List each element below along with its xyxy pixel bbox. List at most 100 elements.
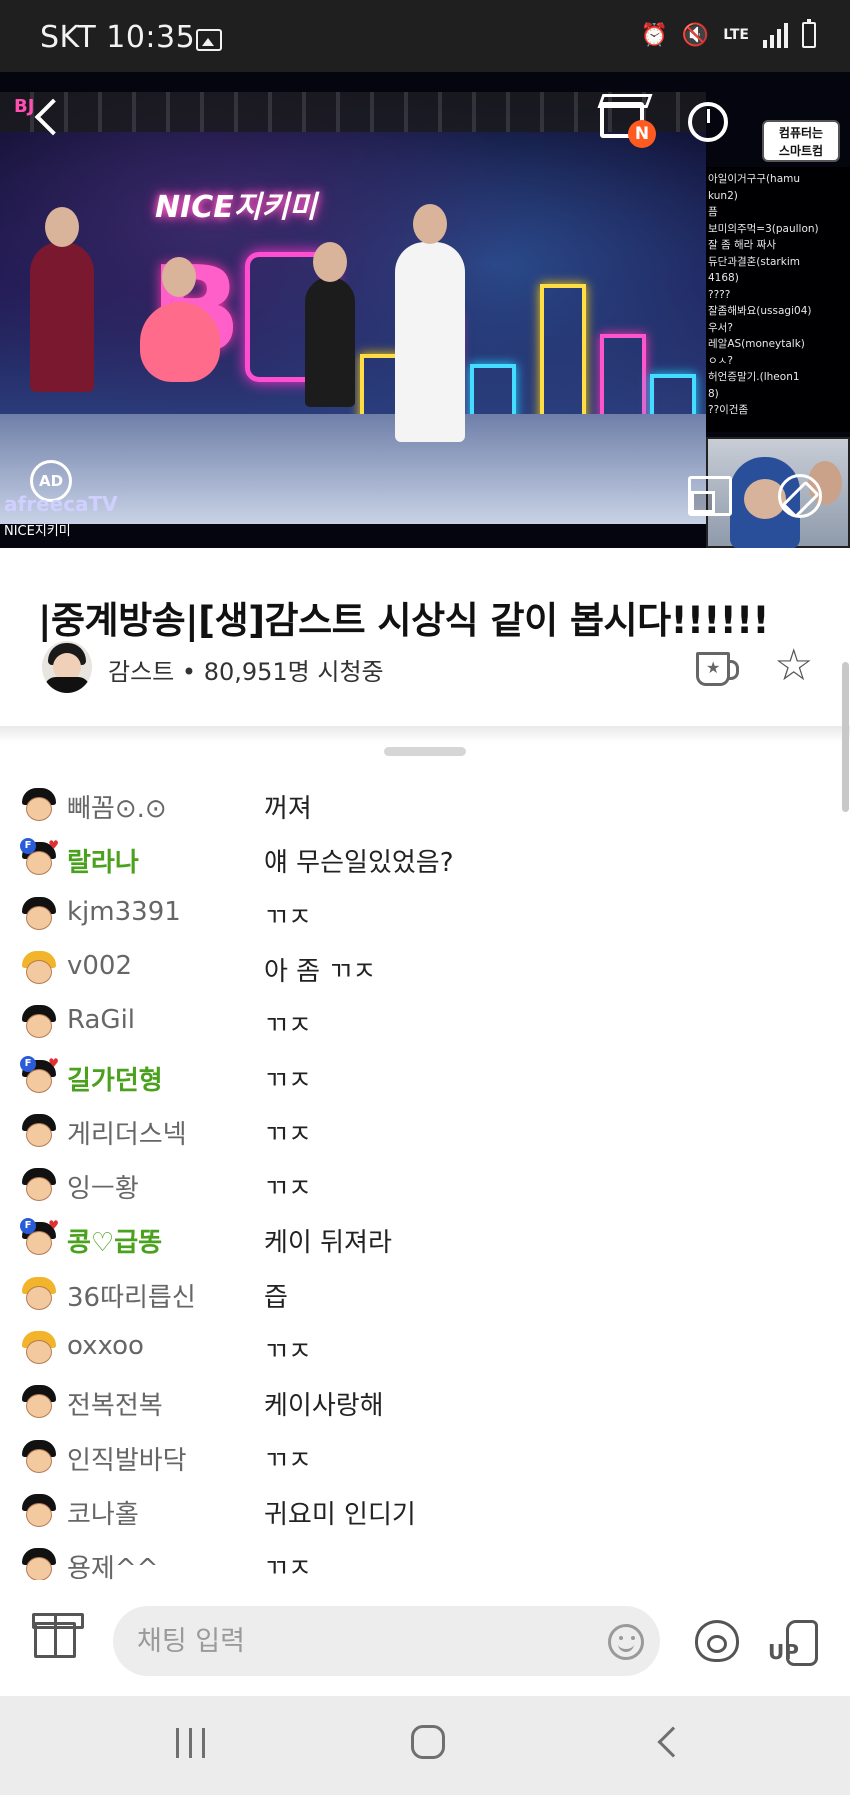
emoji-icon[interactable]	[608, 1624, 644, 1660]
fan-user-icon: F ♥	[20, 1218, 59, 1256]
user-icon	[22, 1005, 56, 1039]
fan-user-icon: F ♥	[20, 838, 59, 876]
back-nav-icon[interactable]	[657, 1726, 689, 1758]
chat-text: ㄲㅈ	[264, 1174, 312, 1205]
chat-message[interactable]: 빼꼼⊙.⊙ 꺼져	[0, 780, 850, 834]
pip-icon[interactable]	[688, 476, 732, 516]
chat-list[interactable]: 빼꼼⊙.⊙ 꺼져 F ♥ 랄라나 얘 무슨일있었음? kjm3391 ㄲㅈ v002 아 좀 ㄲㅈ…	[0, 780, 850, 1580]
chat-text: ㄲㅈ	[264, 1119, 312, 1150]
user-icon	[22, 950, 56, 985]
chat-username[interactable]: 길가던형	[67, 1060, 163, 1097]
section-divider	[0, 726, 850, 742]
side-chat-line: 우서?	[708, 321, 733, 334]
stage-scene: NICE지키미 B	[0, 92, 706, 524]
chat-text: 귀요미 인디기	[264, 1499, 416, 1530]
chat-message[interactable]: v002 아 좀 ㄲㅈ	[0, 943, 850, 997]
side-chat-line: kun2)	[708, 189, 738, 202]
side-chat-line: 8)	[708, 387, 719, 400]
side-chat-line: 픔	[708, 206, 718, 218]
chat-text: 꺼져	[264, 794, 312, 824]
meta-separator: •	[181, 658, 197, 686]
gift-icon[interactable]	[32, 1613, 84, 1658]
heart-icon: ♥	[48, 1218, 59, 1233]
chat-message[interactable]: oxxoo ㄲㅈ	[0, 1323, 850, 1377]
chat-message[interactable]: 용제^^ ㄲㅈ	[0, 1540, 850, 1580]
chat-text: ㄲㅈ	[264, 1445, 312, 1476]
chat-message[interactable]: 게리더스넥 ㄲㅈ	[0, 1106, 850, 1160]
user-icon	[22, 1168, 56, 1202]
chat-text: ㄲㅈ	[264, 1065, 312, 1096]
chat-message[interactable]: F ♥ 콩♡급똥 케이 뒤져라	[0, 1214, 850, 1268]
home-icon[interactable]	[411, 1725, 445, 1759]
star-balloon-icon[interactable]	[695, 1620, 739, 1662]
chat-message[interactable]: F ♥ 랄라나 얘 무슨일있었음?	[0, 834, 850, 888]
side-chat-line: 아일이거구구(hamu	[708, 173, 801, 185]
chat-username[interactable]: 빼꼼⊙.⊙	[67, 788, 167, 825]
drag-handle[interactable]	[384, 747, 466, 756]
recent-apps-icon[interactable]	[174, 1728, 208, 1758]
channel-logo: BJ	[14, 96, 35, 117]
chat-username[interactable]: 코나홀	[67, 1494, 139, 1531]
video-player[interactable]: NICE지키미 B BJ N AD afreecaTV NICE지키미	[0, 72, 850, 548]
side-chat-line: 4168)	[708, 272, 739, 284]
mute-icon: 🔇	[681, 22, 710, 48]
side-chat-overlay: 아일이거구구(hamu kun2) 픔 보미의주먹=3(paullon) 잘 좀 해라 …	[706, 167, 850, 432]
chat-username[interactable]: kjm3391	[67, 897, 181, 927]
chat-username[interactable]: oxxoo	[67, 1331, 144, 1361]
side-chat-line: ??이건좀	[708, 404, 749, 416]
side-chat-line: ????	[708, 288, 731, 301]
chat-username[interactable]: RaGil	[67, 1005, 135, 1035]
user-icon	[22, 1493, 56, 1528]
host-banner: 컴퓨터는 스마트컴	[762, 120, 840, 162]
chat-message[interactable]: 잉ㅡ황 ㄲㅈ	[0, 1160, 850, 1214]
chat-message[interactable]: 36따리릅신 즙	[0, 1269, 850, 1323]
chat-message[interactable]: F ♥ 길가던형 ㄲㅈ	[0, 1052, 850, 1106]
chat-text: ㄲㅈ	[264, 902, 312, 933]
chat-username[interactable]: 잉ㅡ황	[67, 1168, 139, 1205]
side-chat-line: 잘좀해봐요(ussagi04)	[708, 305, 812, 317]
user-icon	[22, 1113, 56, 1148]
chat-message[interactable]: RaGil ㄲㅈ	[0, 997, 850, 1051]
user-icon	[22, 1276, 56, 1311]
chat-username[interactable]: 36따리릅신	[67, 1277, 196, 1314]
chat-username[interactable]: 랄라나	[67, 842, 139, 879]
broadcast-title: |중계방송|[생]감스트 시상식 같이 봅시다!!!!!!	[38, 599, 769, 642]
user-icon	[22, 896, 56, 931]
up-label: UP	[768, 1640, 799, 1664]
timer-icon[interactable]	[688, 102, 728, 142]
chat-username[interactable]: 콩♡급똥	[67, 1222, 162, 1259]
lte-icon: LTE	[723, 27, 749, 43]
sponsor-watermark: NICE지키미	[4, 524, 71, 539]
favorite-star-icon[interactable]: ☆	[774, 644, 813, 688]
chat-username[interactable]: 전복전복	[67, 1385, 163, 1422]
app-screen: SKT 10:35 ⏰ 🔇 LTE NICE지키미 BJ N AD afreec…	[0, 0, 850, 1795]
chat-username[interactable]: 게리더스넥	[67, 1114, 187, 1151]
chat-message[interactable]: kjm3391 ㄲㅈ	[0, 889, 850, 943]
chat-username[interactable]: 인직발바닥	[67, 1440, 187, 1477]
chat-text: 얘 무슨일있었음?	[264, 848, 454, 879]
heart-icon: ♥	[48, 1055, 59, 1070]
up-thumb-icon[interactable]: UP	[768, 1620, 822, 1666]
chat-message[interactable]: 전복전복 케이사랑해	[0, 1377, 850, 1431]
fan-badge: F	[20, 1055, 36, 1072]
broadcast-info: |중계방송|[생]감스트 시상식 같이 봅시다!!!!!! 감스트 • 80,9…	[0, 548, 850, 726]
viewer-count: 80,951명 시청중	[203, 658, 384, 686]
subscribe-cup-icon[interactable]: ★	[696, 652, 739, 686]
chat-text: 즙	[264, 1282, 288, 1313]
chat-message[interactable]: 인직발바닥 ㄲㅈ	[0, 1432, 850, 1486]
chat-text: ㄲㅈ	[264, 1554, 312, 1580]
chat-input-bar: UP	[0, 1580, 850, 1696]
streamer-name[interactable]: 감스트	[108, 658, 174, 686]
chat-username[interactable]: 용제^^	[67, 1548, 158, 1580]
alarm-icon: ⏰	[640, 22, 668, 48]
streamer-avatar[interactable]	[42, 641, 92, 693]
chat-text: ㄲㅈ	[264, 1337, 312, 1367]
chat-text: 케이 뒤져라	[264, 1228, 392, 1259]
status-icons: ⏰ 🔇 LTE	[640, 19, 816, 48]
afreeca-watermark: afreecaTV	[4, 492, 118, 516]
chat-input[interactable]	[113, 1606, 660, 1676]
chat-text: ㄲㅈ	[264, 1011, 312, 1042]
side-chat-line: 레알AS(moneytalk)	[708, 338, 805, 350]
chat-username[interactable]: v002	[67, 951, 132, 981]
chat-message[interactable]: 코나홀 귀요미 인디기	[0, 1486, 850, 1540]
